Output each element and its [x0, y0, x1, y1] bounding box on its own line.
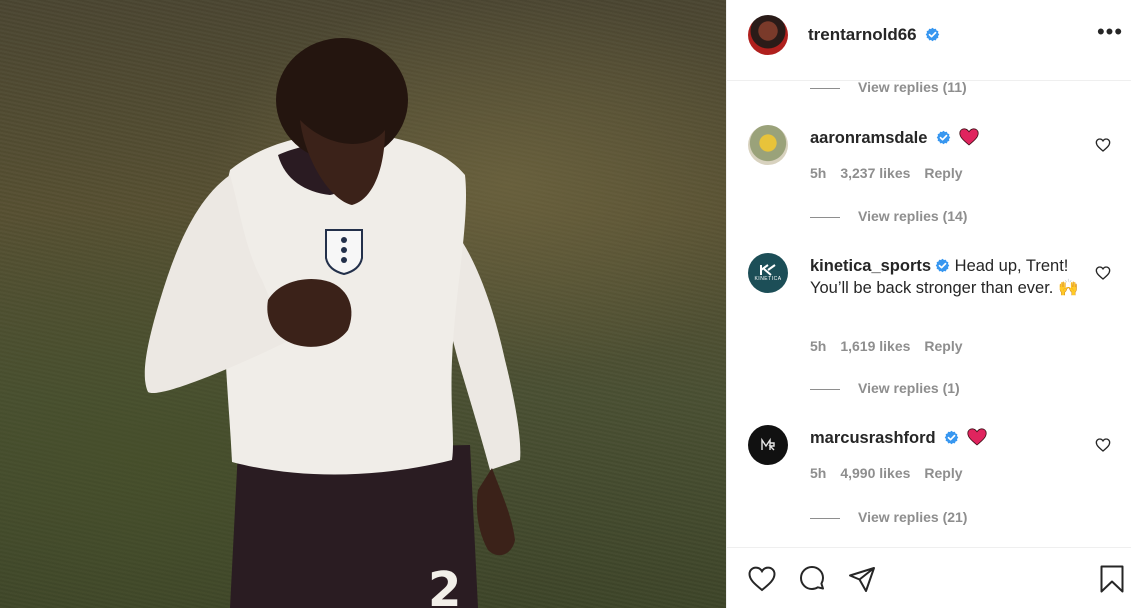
view-replies-label: View replies (14) — [858, 208, 968, 224]
commenter-avatar[interactable]: KINETICA — [748, 253, 788, 293]
more-options-button[interactable]: ••• — [1096, 21, 1124, 46]
commenter-avatar[interactable] — [748, 425, 788, 465]
replies-divider — [810, 216, 840, 218]
view-replies-button[interactable]: View replies (1) — [810, 380, 960, 396]
reply-button[interactable]: Reply — [924, 165, 962, 181]
verified-badge-icon — [935, 258, 950, 273]
share-paper-plane-icon[interactable] — [847, 564, 877, 594]
heart-outline-icon[interactable] — [1095, 265, 1111, 281]
comment-text-row: marcusrashford — [810, 427, 1085, 449]
save-bookmark-icon[interactable] — [1097, 564, 1127, 594]
commenter-avatar[interactable] — [748, 125, 788, 165]
view-replies-button[interactable]: View replies (14) — [810, 208, 967, 224]
post-header: trentarnold66 ••• — [727, 0, 1131, 81]
view-replies-button[interactable]: View replies (21) — [810, 509, 967, 525]
post-action-bar — [727, 547, 1131, 608]
replies-divider — [810, 87, 840, 89]
comments-panel: trentarnold66 ••• View replies (11) aaro… — [726, 0, 1131, 608]
red-heart-emoji-icon — [967, 428, 987, 446]
commenter-username[interactable]: aaronramsdale — [810, 129, 927, 147]
post-photo-illustration: 2 — [144, 38, 521, 608]
heart-outline-icon[interactable] — [1095, 437, 1111, 453]
comment-time: 5h — [810, 338, 827, 354]
kinetica-logo-icon — [760, 264, 776, 276]
comment-likes[interactable]: 3,237 likes — [840, 165, 910, 181]
mr-logo-icon — [761, 437, 775, 451]
verified-badge-icon — [936, 130, 951, 145]
post-image[interactable]: 2 — [0, 0, 726, 608]
red-heart-emoji-icon — [958, 128, 979, 146]
comment-text-row: kinetica_sports Head up, Trent! You’ll b… — [810, 255, 1085, 299]
commenter-username[interactable]: marcusrashford — [810, 429, 936, 447]
comment-meta: 5h 4,990 likes Reply — [810, 465, 977, 481]
view-replies-button[interactable]: View replies (11) — [810, 79, 967, 95]
comment-time: 5h — [810, 165, 827, 181]
reply-button[interactable]: Reply — [924, 465, 962, 481]
comment-likes[interactable]: 4,990 likes — [840, 465, 910, 481]
kinetica-logo-text: KINETICA — [754, 276, 782, 282]
comment-meta: 5h 3,237 likes Reply — [810, 165, 977, 181]
comment-bubble-icon[interactable] — [797, 564, 827, 594]
verified-badge-icon — [926, 27, 940, 42]
view-replies-label: View replies (1) — [858, 380, 960, 396]
author-avatar[interactable] — [748, 15, 788, 55]
author-username-row: trentarnold66 — [808, 25, 940, 45]
replies-divider — [810, 517, 840, 519]
view-replies-label: View replies (21) — [858, 509, 968, 525]
comment-likes[interactable]: 1,619 likes — [840, 338, 910, 354]
comment-meta: 5h 1,619 likes Reply — [810, 338, 977, 354]
replies-divider — [810, 388, 840, 390]
heart-outline-icon[interactable] — [1095, 137, 1111, 153]
comment-time: 5h — [810, 465, 827, 481]
verified-badge-icon — [944, 430, 959, 445]
reply-button[interactable]: Reply — [924, 338, 962, 354]
commenter-username[interactable]: kinetica_sports — [810, 257, 931, 275]
like-heart-icon[interactable] — [747, 564, 777, 594]
comment-text-row: aaronramsdale — [810, 127, 1085, 149]
view-replies-label: View replies (11) — [858, 79, 967, 95]
author-username[interactable]: trentarnold66 — [808, 25, 917, 44]
shirt-number: 2 — [428, 562, 461, 608]
